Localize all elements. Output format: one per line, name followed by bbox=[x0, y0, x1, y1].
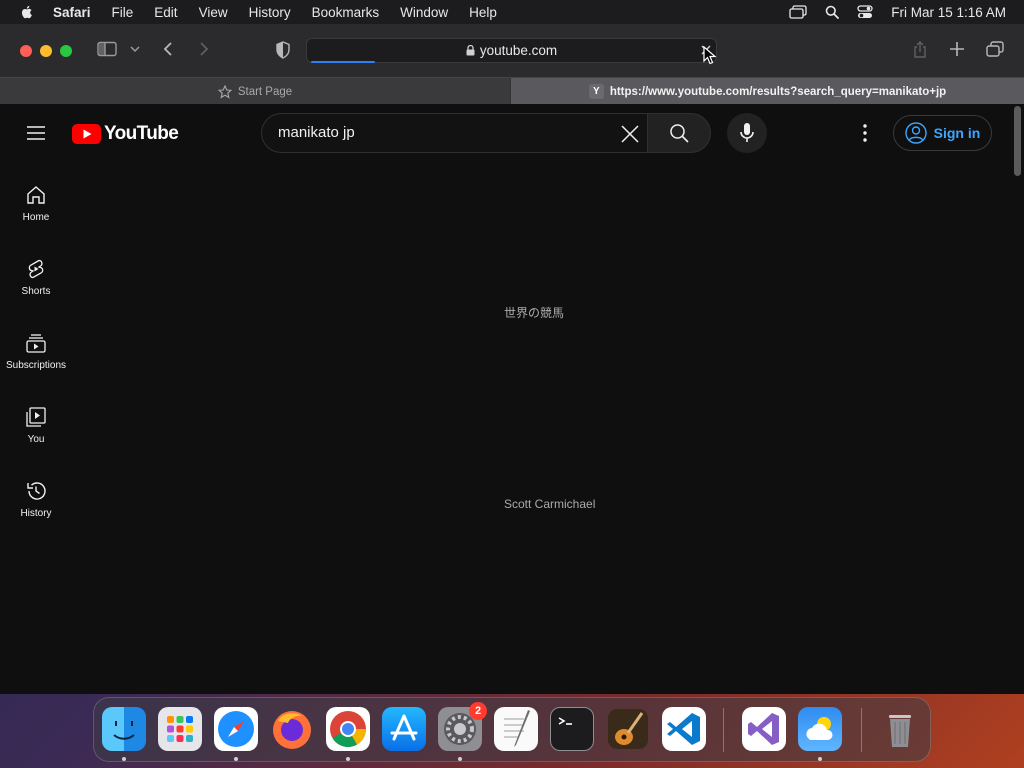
app-store-icon[interactable] bbox=[382, 707, 426, 751]
address-text: youtube.com bbox=[479, 43, 558, 58]
youtube-wordmark: YouTube bbox=[104, 123, 179, 144]
chevron-down-icon[interactable] bbox=[130, 45, 140, 53]
tab-start-page[interactable]: Start Page bbox=[0, 78, 510, 105]
search-button[interactable] bbox=[647, 113, 711, 153]
tab-bar: Start Page Y https://www.youtube.com/res… bbox=[0, 77, 1024, 105]
screen-mirroring-icon[interactable] bbox=[789, 5, 807, 19]
subscriptions-icon bbox=[26, 334, 46, 353]
menu-clock[interactable]: Fri Mar 15 1:16 AM bbox=[891, 5, 1006, 20]
menu-bookmarks[interactable]: Bookmarks bbox=[312, 5, 380, 20]
star-icon bbox=[217, 84, 232, 99]
back-icon[interactable] bbox=[162, 41, 174, 57]
sign-in-label: Sign in bbox=[933, 125, 981, 141]
terminal-icon[interactable] bbox=[550, 707, 594, 751]
search-query-text: manikato jp bbox=[278, 124, 355, 141]
running-indicator bbox=[122, 757, 126, 761]
channel-name[interactable]: Scott Carmichael bbox=[504, 497, 595, 511]
rail-item-home[interactable]: Home bbox=[0, 180, 72, 254]
page-scrollbar[interactable] bbox=[1014, 106, 1021, 176]
menu-app-name[interactable]: Safari bbox=[53, 5, 91, 20]
tab-youtube-results[interactable]: Y https://www.youtube.com/results?search… bbox=[511, 78, 1024, 105]
address-bar[interactable]: youtube.com bbox=[306, 38, 717, 63]
menu-file[interactable]: File bbox=[112, 5, 134, 20]
menu-edit[interactable]: Edit bbox=[154, 5, 177, 20]
youtube-play-icon bbox=[72, 124, 101, 144]
your-channel-icon bbox=[26, 407, 46, 427]
search-input[interactable]: manikato jp bbox=[261, 113, 648, 153]
clear-search-icon[interactable] bbox=[618, 122, 642, 146]
youtube-logo[interactable]: YouTube bbox=[72, 123, 179, 145]
sidebar-toggle-icon[interactable] bbox=[97, 41, 117, 57]
share-icon[interactable] bbox=[912, 41, 928, 59]
dock-separator bbox=[861, 708, 862, 752]
safari-icon[interactable] bbox=[214, 707, 258, 751]
rail-item-history[interactable]: History bbox=[0, 476, 72, 550]
new-tab-icon[interactable] bbox=[949, 41, 965, 57]
control-center-icon[interactable] bbox=[857, 5, 873, 19]
sign-in-button[interactable]: Sign in bbox=[893, 115, 992, 151]
microphone-icon bbox=[740, 123, 754, 142]
menu-bar: Safari File Edit View History Bookmarks … bbox=[0, 0, 1024, 24]
finder-icon[interactable] bbox=[102, 707, 146, 751]
trash-icon[interactable] bbox=[878, 707, 922, 751]
running-indicator bbox=[346, 757, 350, 761]
spotlight-search-icon[interactable] bbox=[825, 5, 840, 19]
account-icon bbox=[904, 122, 927, 144]
page-load-progress bbox=[311, 61, 375, 63]
rail-label: History bbox=[20, 508, 52, 519]
history-icon bbox=[27, 482, 46, 500]
forward-icon[interactable] bbox=[198, 41, 210, 57]
tab-overview-icon[interactable] bbox=[986, 41, 1004, 57]
voice-search-button[interactable] bbox=[727, 113, 767, 153]
running-indicator bbox=[234, 757, 238, 761]
safari-window: youtube.com Start Page Y https://www.you… bbox=[0, 24, 1024, 694]
weather-icon[interactable] bbox=[798, 707, 842, 751]
dock: 2 bbox=[93, 697, 931, 762]
visual-studio-icon[interactable] bbox=[742, 707, 786, 751]
tab-label: Start Page bbox=[237, 85, 293, 98]
shorts-icon bbox=[28, 259, 44, 279]
vscode-icon[interactable] bbox=[662, 707, 706, 751]
menu-view[interactable]: View bbox=[199, 5, 228, 20]
rail-label: Shorts bbox=[21, 286, 51, 297]
textedit-icon[interactable] bbox=[494, 707, 538, 751]
menu-help[interactable]: Help bbox=[469, 5, 497, 20]
video-title[interactable]: 世界の競馬 bbox=[504, 304, 564, 321]
more-options-icon[interactable] bbox=[856, 123, 874, 143]
rail-item-shorts[interactable]: Shorts bbox=[0, 254, 72, 328]
launchpad-icon[interactable] bbox=[158, 707, 202, 751]
running-indicator bbox=[818, 757, 822, 761]
rail-label: You bbox=[27, 434, 45, 445]
home-icon bbox=[27, 186, 45, 204]
notification-badge: 2 bbox=[469, 702, 487, 720]
rail-label: Subscriptions bbox=[5, 360, 67, 371]
safari-toolbar: youtube.com bbox=[0, 24, 1024, 77]
tab-label: https://www.youtube.com/results?search_q… bbox=[609, 85, 947, 98]
firefox-icon[interactable] bbox=[270, 707, 314, 751]
close-window-button[interactable] bbox=[20, 45, 32, 57]
lock-icon bbox=[466, 45, 475, 56]
tab-favicon: Y bbox=[588, 84, 604, 99]
privacy-shield-icon[interactable] bbox=[275, 41, 291, 59]
minimize-window-button[interactable] bbox=[40, 45, 52, 57]
menu-extras: Fri Mar 15 1:16 AM bbox=[789, 0, 1006, 24]
zoom-window-button[interactable] bbox=[60, 45, 72, 57]
menu-window[interactable]: Window bbox=[400, 5, 448, 20]
hamburger-menu-icon[interactable] bbox=[26, 125, 46, 141]
running-indicator bbox=[458, 757, 462, 761]
rail-item-you[interactable]: You bbox=[0, 402, 72, 476]
rail-label: Home bbox=[22, 212, 50, 223]
mouse-cursor-icon bbox=[703, 46, 717, 65]
search-icon bbox=[670, 124, 689, 143]
chrome-icon[interactable] bbox=[326, 707, 370, 751]
rail-item-subscriptions[interactable]: Subscriptions bbox=[0, 328, 72, 402]
youtube-page: YouTube manikato jp Sign in Home Shorts … bbox=[0, 104, 1024, 694]
apple-icon[interactable] bbox=[19, 4, 35, 20]
dock-separator bbox=[723, 708, 724, 752]
garageband-icon[interactable] bbox=[606, 707, 650, 751]
menu-history[interactable]: History bbox=[249, 5, 291, 20]
